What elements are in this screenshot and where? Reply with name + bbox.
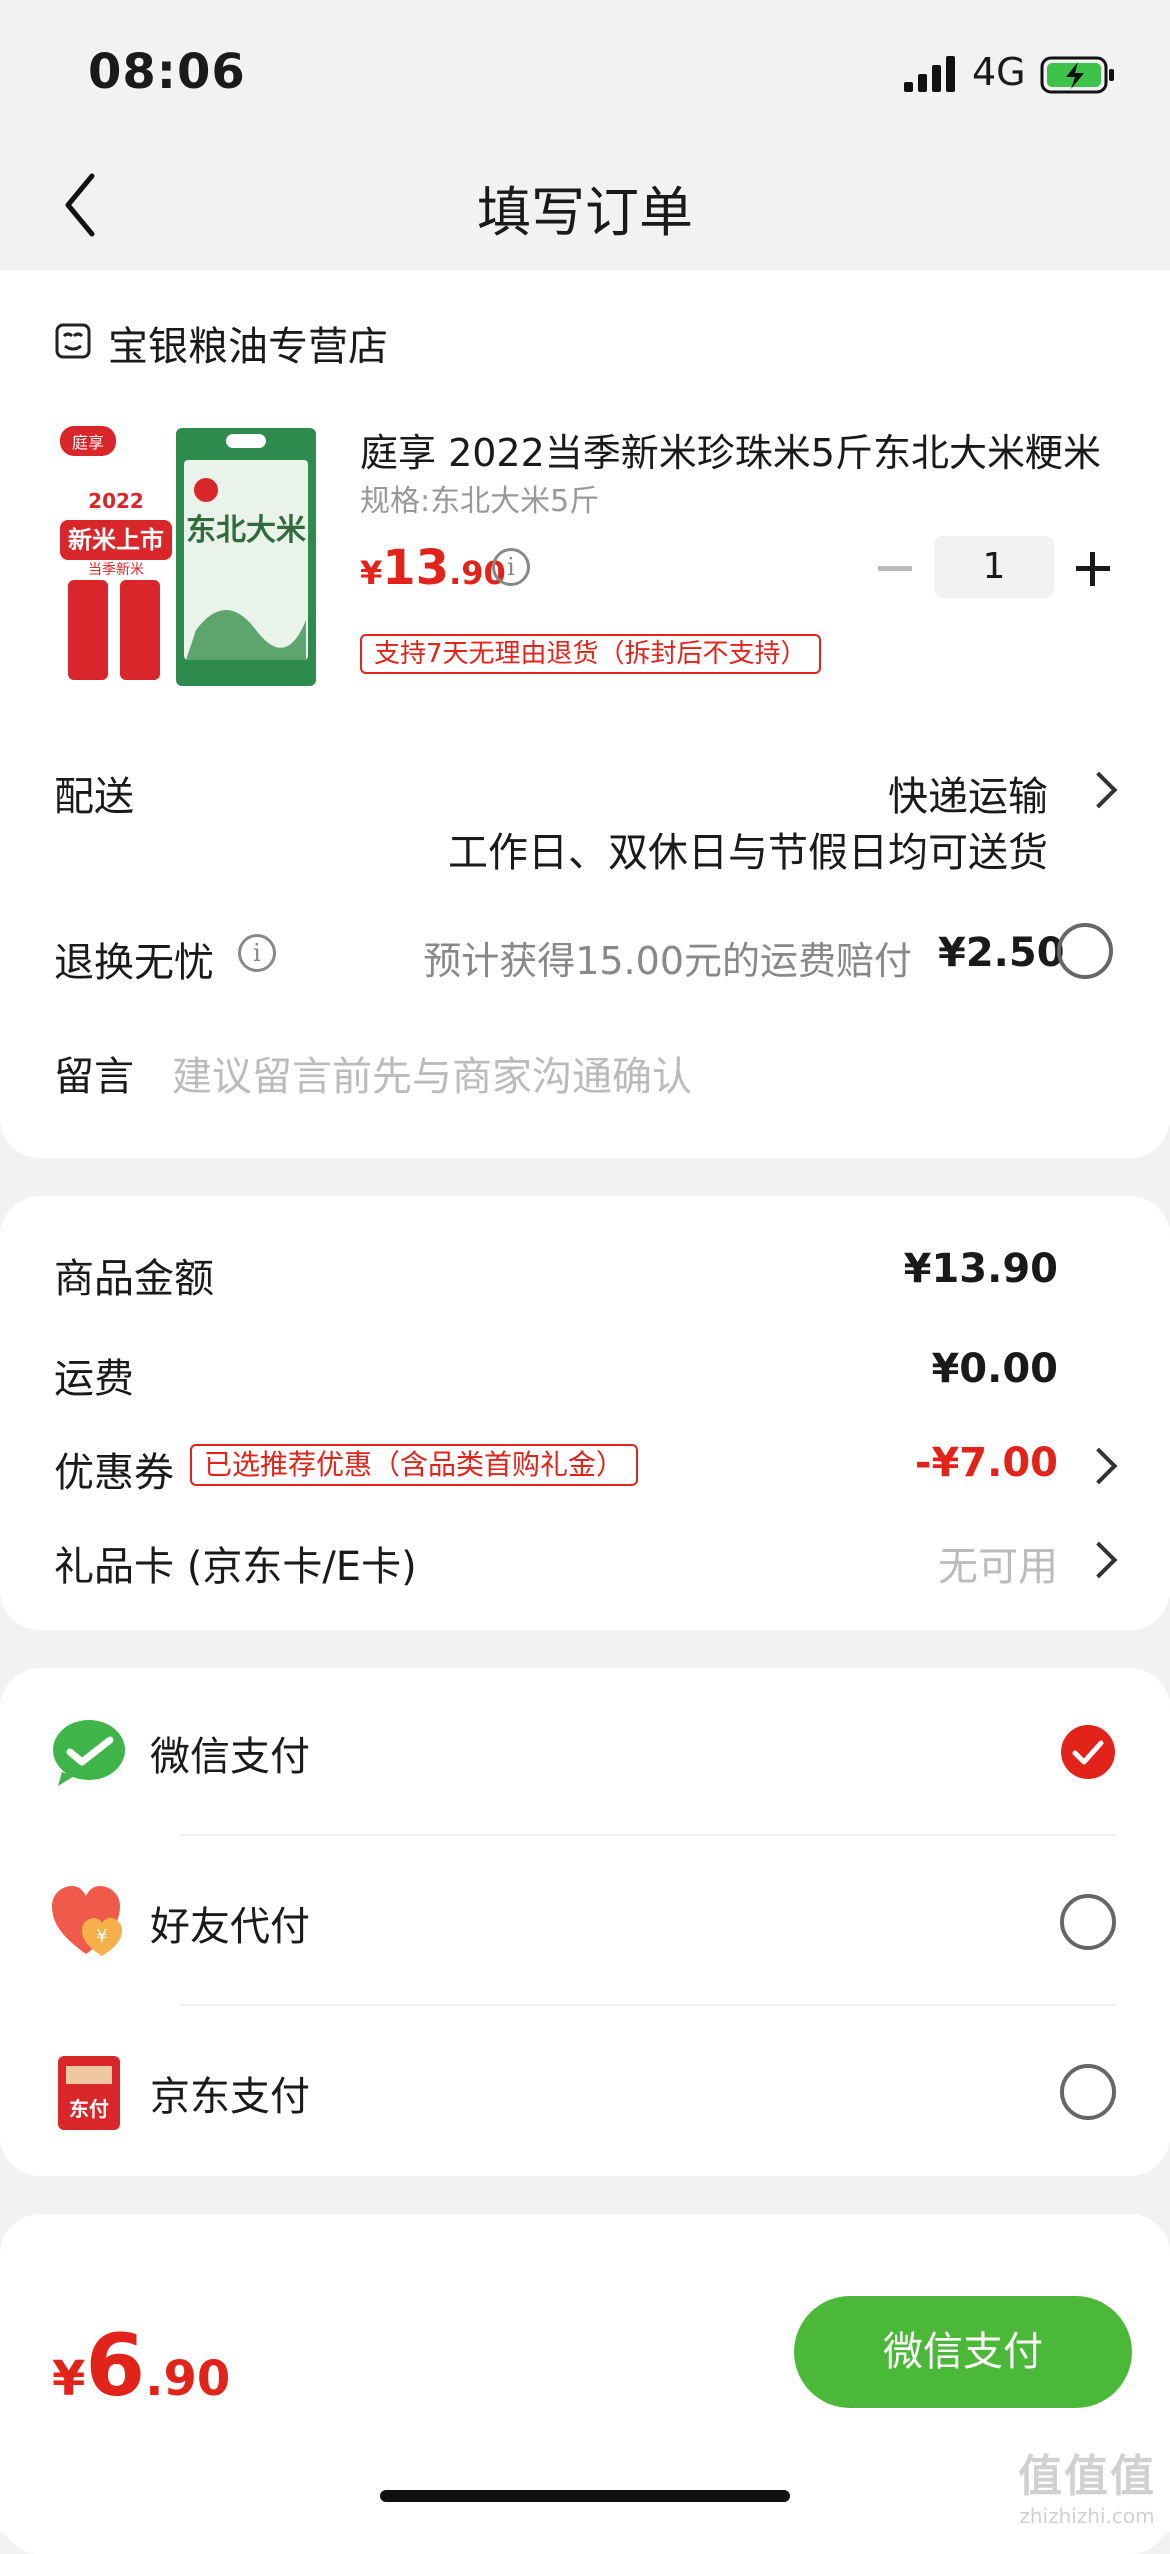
shipping-value: ¥0.00 <box>931 1346 1058 1392</box>
friend-pay-radio[interactable] <box>1060 1894 1116 1950</box>
message-label: 留言 <box>54 1054 134 1100</box>
quantity-decrease-button[interactable] <box>878 566 912 571</box>
thumb-year-text: 2022 <box>88 489 144 513</box>
return-insurance-price: ¥2.50 <box>938 930 1065 976</box>
thumb-new-rice-text: 新米上市 <box>68 526 164 554</box>
order-card <box>0 270 1170 1158</box>
plus-icon[interactable] <box>1090 552 1095 586</box>
goods-amount-value: ¥13.90 <box>903 1246 1058 1292</box>
product-spec: 规格:东北大米5斤 <box>360 484 600 519</box>
message-input[interactable]: 建议留言前先与商家沟通确认 <box>172 1044 692 1102</box>
return-insurance-desc: 预计获得15.00元的运费赔付 <box>423 939 912 983</box>
product-price: ¥13.90 <box>360 540 506 596</box>
divider <box>180 1834 1116 1836</box>
checked-radio-icon[interactable] <box>1060 1724 1116 1780</box>
total-price: ¥6.90 <box>52 2316 230 2416</box>
wechat-pay-icon <box>53 1720 125 1786</box>
payment-option-wechat[interactable]: 微信支付 <box>0 1668 1170 1838</box>
status-time: 08:06 <box>88 44 246 100</box>
coupon-value[interactable]: -¥7.00 <box>915 1440 1058 1486</box>
quantity-input[interactable]: 1 <box>934 536 1054 598</box>
thumb-brand-text: 庭享 <box>72 433 104 452</box>
coupon-tag: 已选推荐优惠（含品类首购礼金） <box>190 1444 639 1486</box>
divider <box>180 2004 1116 2006</box>
thumb-season-text: 当季新米 <box>88 562 144 578</box>
price-info-icon[interactable]: i <box>492 548 530 586</box>
battery-charging-icon <box>1040 56 1114 94</box>
payment-option-friend[interactable]: ¥ 好友代付 <box>0 1838 1170 2008</box>
payment-option-jd[interactable]: 东付 京东支付 <box>0 2008 1170 2176</box>
status-bar: 08:06 4G <box>0 0 1170 140</box>
store-name[interactable]: 宝银粮油专营店 <box>108 314 388 372</box>
total-decimal: .90 <box>145 2351 231 2407</box>
pay-button[interactable]: 微信支付 <box>794 2296 1132 2408</box>
product-title[interactable]: 庭享 2022当季新米珍珠米5斤东北大米粳米 <box>360 422 1102 477</box>
page-title: 填写订单 <box>477 181 693 244</box>
return-insurance-info-icon[interactable]: i <box>238 934 276 972</box>
return-policy-tag: 支持7天无理由退货（拆封后不支持） <box>360 634 821 674</box>
wechat-pay-label: 微信支付 <box>150 1734 310 1780</box>
goods-amount-label: 商品金额 <box>54 1256 214 1302</box>
watermark-url: zhizhizhi.com <box>1019 2504 1155 2528</box>
friend-pay-icon: ¥ <box>52 1886 122 1956</box>
giftcard-value[interactable]: 无可用 <box>938 1534 1058 1592</box>
home-indicator[interactable] <box>380 2490 790 2502</box>
delivery-note: 工作日、双休日与节假日均可送货 <box>448 830 1048 876</box>
product-thumbnail[interactable]: 庭享 2022 新米上市 当季新米 东北大米 <box>56 420 322 690</box>
jd-pay-icon: 东付 <box>58 2056 120 2130</box>
signal-icon <box>904 56 955 92</box>
product-image: 庭享 2022 新米上市 当季新米 东北大米 <box>56 420 322 690</box>
thumb-bag-text: 东北大米 <box>186 513 306 548</box>
giftcard-label: 礼品卡 (京东卡/E卡) <box>54 1544 417 1590</box>
price-integer: 13 <box>382 540 450 596</box>
jd-pay-icon-text: 东付 <box>69 2097 109 2121</box>
price-currency: ¥ <box>360 554 383 592</box>
svg-text:¥: ¥ <box>96 1926 107 1947</box>
coupon-label: 优惠券 <box>54 1450 174 1496</box>
return-insurance-radio[interactable] <box>1057 923 1113 979</box>
friend-pay-label: 好友代付 <box>150 1904 310 1950</box>
jd-pay-radio[interactable] <box>1060 2064 1116 2120</box>
watermark: 值值值 zhizhizhi.com <box>1018 2440 1156 2528</box>
return-insurance-label: 退换无忧 <box>54 940 214 986</box>
network-label: 4G <box>972 50 1026 94</box>
jd-pay-label: 京东支付 <box>150 2074 310 2120</box>
store-icon <box>55 323 91 359</box>
total-integer: 6 <box>85 2316 146 2416</box>
delivery-method[interactable]: 快递运输 <box>888 764 1048 822</box>
watermark-logo: 值值值 <box>1018 2451 1156 2502</box>
shipping-label: 运费 <box>54 1356 134 1402</box>
delivery-label: 配送 <box>54 774 134 820</box>
total-currency: ¥ <box>52 2351 86 2407</box>
